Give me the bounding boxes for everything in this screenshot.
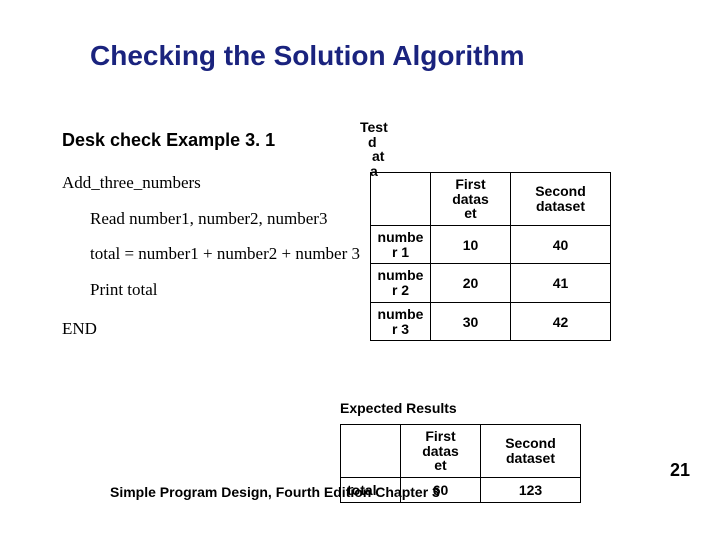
algorithm-read: Read number1, number2, number3: [90, 206, 362, 232]
t2h-first-c: et: [409, 458, 472, 473]
t1h-second-a: Second: [517, 184, 604, 199]
t1h-first-a: First: [437, 177, 504, 192]
algorithm-assign: total = number1 + number2 + number 3: [90, 241, 362, 267]
page-number: 21: [670, 460, 690, 481]
t2h-first-b: datas: [409, 444, 472, 459]
t2h-second-a: Second: [489, 436, 572, 451]
table-row: numbe r 1 10 40: [371, 226, 611, 264]
t1-r0-first: 10: [431, 226, 511, 264]
t1-r1-label: numbe r 2: [371, 264, 431, 302]
td-l3: at: [360, 149, 410, 164]
t1-r0-label: numbe r 1: [371, 226, 431, 264]
t1h-first-c: et: [437, 206, 504, 221]
t1-r0-la: numbe: [377, 230, 424, 245]
table1-hdr-blank: [371, 173, 431, 226]
table1-hdr-second: Second dataset: [511, 173, 611, 226]
t1-r2-first: 30: [431, 302, 511, 340]
t1-r1-la: numbe: [377, 268, 424, 283]
algorithm-name: Add_three_numbers: [62, 170, 362, 196]
td-l2: d: [360, 135, 410, 150]
t1-r1-lb: r 2: [377, 283, 424, 298]
t1h-second-b: dataset: [517, 199, 604, 214]
t1h-first-b: datas: [437, 192, 504, 207]
t1-r2-la: numbe: [377, 307, 424, 322]
t2h-second-b: dataset: [489, 451, 572, 466]
t1-r0-second: 40: [511, 226, 611, 264]
table2-hdr-second: Second dataset: [481, 425, 581, 478]
t2h-first-a: First: [409, 429, 472, 444]
expected-results-label: Expected Results: [340, 400, 457, 416]
table2-hdr-blank: [341, 425, 401, 478]
example-subtitle: Desk check Example 3. 1: [62, 130, 275, 151]
table1-hdr-first: First datas et: [431, 173, 511, 226]
t2-row-second: 123: [481, 478, 581, 503]
t1-r1-first: 20: [431, 264, 511, 302]
test-data-table: First datas et Second dataset numbe r 1 …: [370, 172, 611, 341]
test-data-label: Test d at a: [360, 120, 410, 179]
t1-r1-second: 41: [511, 264, 611, 302]
algorithm-print: Print total: [90, 277, 362, 303]
footer-text: Simple Program Design, Fourth Edition Ch…: [110, 484, 440, 500]
table-row: numbe r 3 30 42: [371, 302, 611, 340]
table-row: numbe r 2 20 41: [371, 264, 611, 302]
t1-r0-lb: r 1: [377, 245, 424, 260]
algorithm-block: Add_three_numbers Read number1, number2,…: [62, 170, 362, 342]
t1-r2-label: numbe r 3: [371, 302, 431, 340]
t1-r2-second: 42: [511, 302, 611, 340]
td-l1: Test: [360, 120, 410, 135]
table2-hdr-first: First datas et: [401, 425, 481, 478]
t1-r2-lb: r 3: [377, 322, 424, 337]
page-title: Checking the Solution Algorithm: [90, 40, 525, 72]
algorithm-end: END: [62, 316, 362, 342]
